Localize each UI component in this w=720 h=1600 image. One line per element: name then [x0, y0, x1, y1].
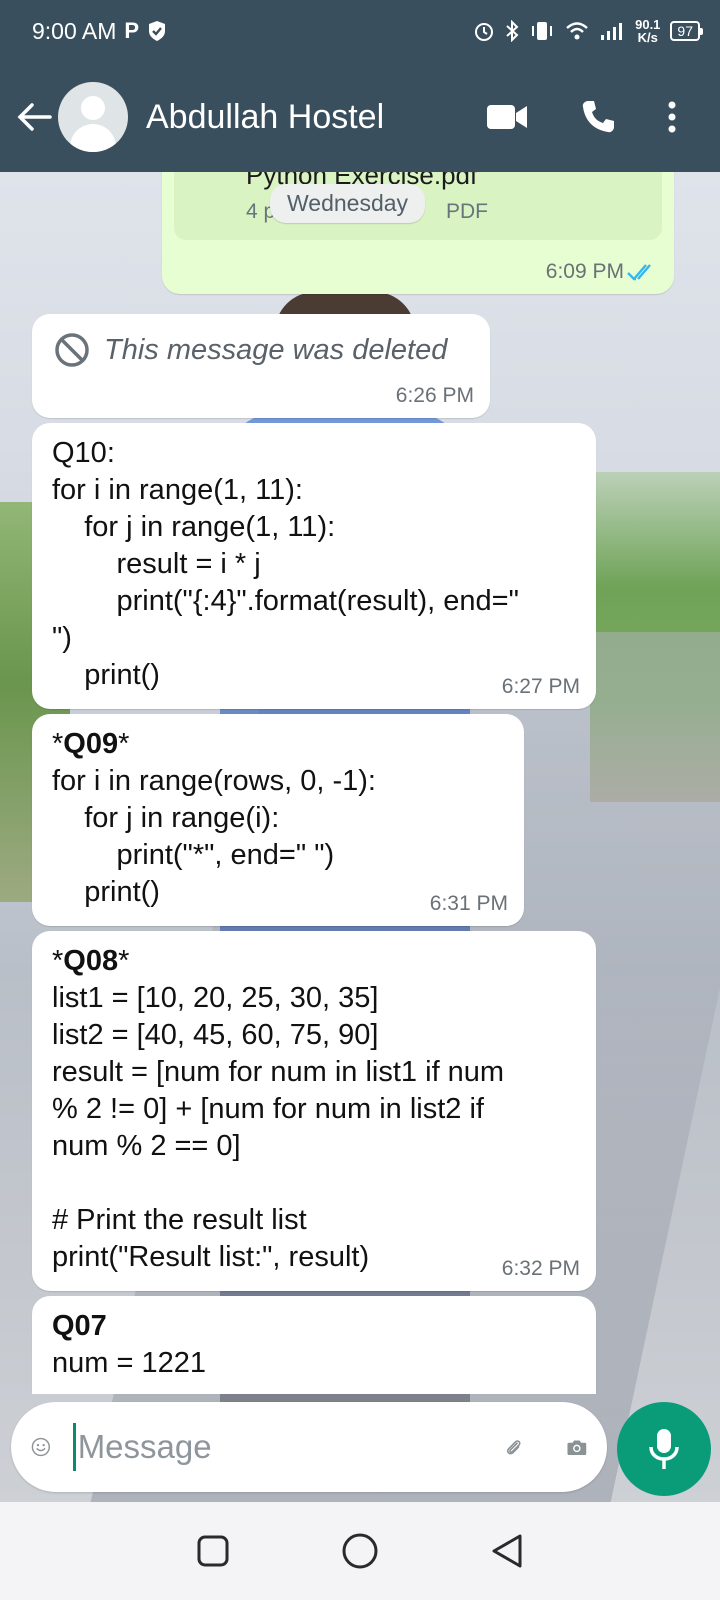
emoji-icon[interactable]: [31, 1426, 51, 1468]
status-bar: 9:00 AM P 90.1 K/s 97: [0, 0, 720, 62]
deleted-message-row: This message was deleted: [54, 332, 447, 368]
alarm-icon: [475, 23, 494, 41]
signal-icon: [601, 23, 623, 40]
date-separator: Wednesday: [270, 184, 426, 223]
read-receipt-icon: [627, 264, 651, 281]
arrow-left-icon: [17, 103, 52, 131]
shield-icon: [149, 21, 166, 41]
blocked-icon: [55, 333, 89, 367]
vibrate-icon: [532, 22, 553, 40]
message-title: *Q09*: [52, 728, 130, 760]
document-type: PDF: [446, 200, 488, 223]
incoming-message[interactable]: Q10: for i in range(1, 11): for j in ran…: [32, 423, 596, 709]
incoming-message-deleted[interactable]: This message was deleted 6:26 PM: [32, 314, 490, 418]
message-composer: [11, 1402, 607, 1492]
more-options-icon[interactable]: [668, 101, 676, 133]
back-nav-icon[interactable]: [490, 1533, 524, 1569]
system-navigation-bar: [0, 1502, 720, 1600]
incoming-message[interactable]: *Q09* for i in range(rows, 0, -1): for j…: [32, 714, 524, 926]
network-speed-unit: K/s: [637, 30, 658, 45]
message-text: num = 1221: [52, 1347, 206, 1379]
message-input[interactable]: [72, 1423, 503, 1471]
contact-avatar[interactable]: [58, 82, 128, 152]
deleted-message-text: This message was deleted: [104, 333, 448, 366]
incoming-message[interactable]: *Q08* list1 = [10, 20, 25, 30, 35] list2…: [32, 931, 596, 1291]
bluetooth-icon: [506, 20, 519, 42]
back-button[interactable]: [14, 97, 54, 137]
video-call-icon[interactable]: [486, 103, 528, 131]
message-text: list1 = [10, 20, 25, 30, 35] list2 = [40…: [52, 982, 505, 1273]
camera-icon[interactable]: [567, 1429, 587, 1465]
recent-apps-icon[interactable]: [196, 1534, 230, 1568]
status-time: 9:00 AM: [32, 17, 117, 44]
attachment-icon[interactable]: [503, 1425, 524, 1469]
network-speed: 90.1 K/s: [635, 18, 660, 44]
message-time: 6:31 PM: [429, 892, 508, 915]
wifi-icon: [566, 22, 588, 40]
message-time: 6:09 PM: [545, 260, 624, 283]
contact-name[interactable]: Abdullah Hostel: [146, 98, 486, 137]
chat-header: Abdullah Hostel: [0, 62, 720, 172]
message-time: 6:32 PM: [501, 1257, 580, 1280]
message-time: 6:27 PM: [501, 675, 580, 698]
message-title: *Q08*: [52, 945, 130, 977]
message-title: Q07: [52, 1310, 107, 1342]
parking-icon: P: [124, 18, 140, 43]
voice-message-button[interactable]: [617, 1402, 711, 1496]
voice-call-icon[interactable]: [580, 99, 616, 135]
message-text: Q10: for i in range(1, 11): for j in ran…: [52, 437, 519, 691]
microphone-icon: [649, 1429, 679, 1469]
home-icon[interactable]: [341, 1532, 379, 1570]
message-time: 6:26 PM: [395, 384, 474, 407]
battery-indicator: 97: [670, 21, 703, 41]
message-text: for i in range(rows, 0, -1): for j in ra…: [52, 765, 376, 908]
incoming-message[interactable]: Q07 num = 1221: [32, 1296, 596, 1394]
message-list[interactable]: PDF Python Exercise.pdf 4 p PDF 6:09 PM …: [0, 172, 720, 1394]
